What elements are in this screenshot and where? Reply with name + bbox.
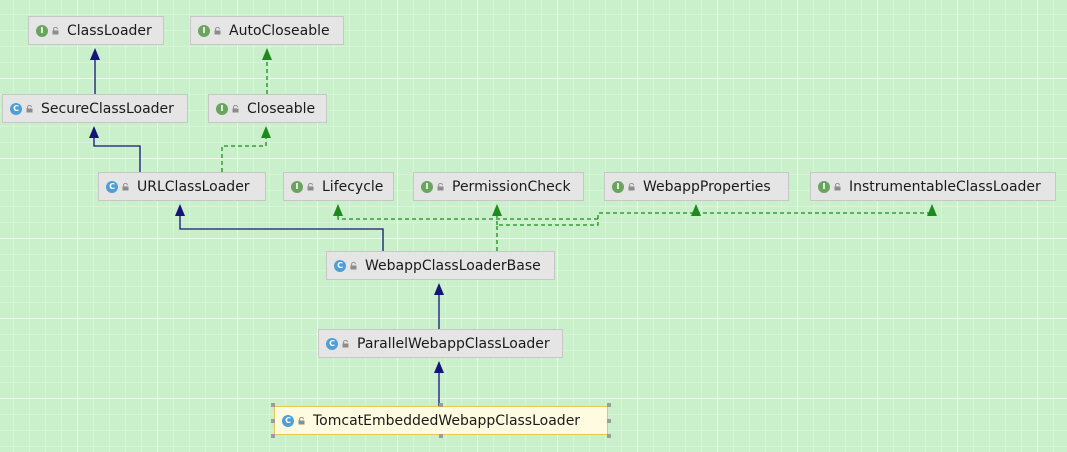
interface-icon: I	[612, 180, 624, 193]
selection-handle[interactable]	[439, 434, 443, 438]
node-lifecycle[interactable]: I Lifecycle	[283, 172, 394, 201]
node-label: URLClassLoader	[137, 178, 250, 195]
node-tomcatembeddedwebappclassloader[interactable]: C TomcatEmbeddedWebappClassLoader	[274, 406, 608, 435]
node-parallelwebappclassloader[interactable]: C ParallelWebappClassLoader	[318, 329, 563, 358]
edge-implements-webappclassloaderbase-to-instrumentableclassloader	[696, 212, 933, 214]
node-label: InstrumentableClassLoader	[849, 178, 1041, 195]
class-icon: C	[326, 337, 338, 350]
access-lock-icon	[26, 104, 33, 113]
access-lock-icon	[350, 261, 357, 270]
node-secureclassloader[interactable]: C SecureClassLoader	[2, 94, 188, 123]
arrowhead	[261, 126, 271, 138]
arrowhead	[175, 204, 185, 216]
selection-handle[interactable]	[271, 418, 275, 423]
interface-icon: I	[291, 180, 303, 193]
arrowhead	[434, 283, 444, 295]
node-autocloseable[interactable]: I AutoCloseable	[190, 16, 344, 45]
class-icon: C	[106, 180, 118, 193]
access-lock-icon	[122, 182, 129, 191]
selection-handle[interactable]	[607, 418, 611, 423]
selection-handle[interactable]	[439, 403, 443, 407]
node-label: WebappProperties	[643, 178, 771, 195]
class-icon: C	[282, 414, 294, 427]
arrowhead	[262, 48, 272, 60]
edge-implements-urlclassloader-to-closeable	[221, 136, 267, 172]
node-label: Closeable	[247, 100, 316, 117]
node-label: WebappClassLoaderBase	[365, 257, 541, 274]
selection-handle[interactable]	[607, 403, 611, 407]
edge-implements-webappclassloaderbase-to-webappproperties	[597, 212, 697, 219]
class-icon: C	[334, 259, 346, 272]
access-lock-icon	[437, 182, 444, 191]
arrowhead	[927, 204, 937, 216]
node-closeable[interactable]: I Closeable	[208, 94, 327, 123]
uml-class-diagram: I ClassLoader I AutoCloseable C SecureClassLo…	[0, 0, 1067, 452]
node-label: SecureClassLoader	[41, 100, 174, 117]
node-permissioncheck[interactable]: I PermissionCheck	[413, 172, 584, 201]
selection-handle[interactable]	[271, 403, 275, 407]
arrowhead	[492, 204, 502, 216]
interface-icon: I	[198, 24, 210, 37]
node-instrumentableclassloader[interactable]: I InstrumentableClassLoader	[810, 172, 1056, 201]
inheritance-edges	[89, 48, 937, 406]
node-webappproperties[interactable]: I WebappProperties	[604, 172, 789, 201]
arrowhead	[89, 126, 99, 138]
node-label: ParallelWebappClassLoader	[357, 335, 550, 352]
node-label: Lifecycle	[322, 178, 384, 195]
node-label: TomcatEmbeddedWebappClassLoader	[313, 412, 581, 429]
access-lock-icon	[214, 26, 221, 35]
node-label: AutoCloseable	[229, 22, 330, 39]
selection-handle[interactable]	[607, 434, 611, 438]
interface-icon: I	[216, 102, 228, 115]
arrowhead	[691, 204, 701, 216]
arrowhead	[434, 361, 444, 373]
selection-handle[interactable]	[271, 434, 275, 438]
node-webappclassloaderbase[interactable]: C WebappClassLoaderBase	[326, 251, 555, 280]
node-urlclassloader[interactable]: C URLClassLoader	[98, 172, 266, 201]
access-lock-icon	[307, 182, 314, 191]
edge-extends-urlclassloader-to-secureclassloader	[93, 136, 141, 172]
interface-icon: I	[818, 180, 830, 193]
access-lock-icon	[298, 416, 305, 425]
access-lock-icon	[834, 182, 841, 191]
interface-icon: I	[421, 180, 433, 193]
node-label: ClassLoader	[67, 22, 152, 39]
access-lock-icon	[232, 104, 239, 113]
class-icon: C	[10, 102, 22, 115]
arrowhead	[333, 204, 343, 216]
access-lock-icon	[628, 182, 635, 191]
interface-icon: I	[36, 24, 48, 37]
access-lock-icon	[342, 339, 349, 348]
node-label: PermissionCheck	[452, 178, 571, 195]
node-classloader[interactable]: I ClassLoader	[28, 16, 164, 45]
edge-implements-webappclassloaderbase-to-lifecycle	[337, 214, 599, 251]
arrowhead	[90, 48, 100, 60]
access-lock-icon	[52, 26, 59, 35]
